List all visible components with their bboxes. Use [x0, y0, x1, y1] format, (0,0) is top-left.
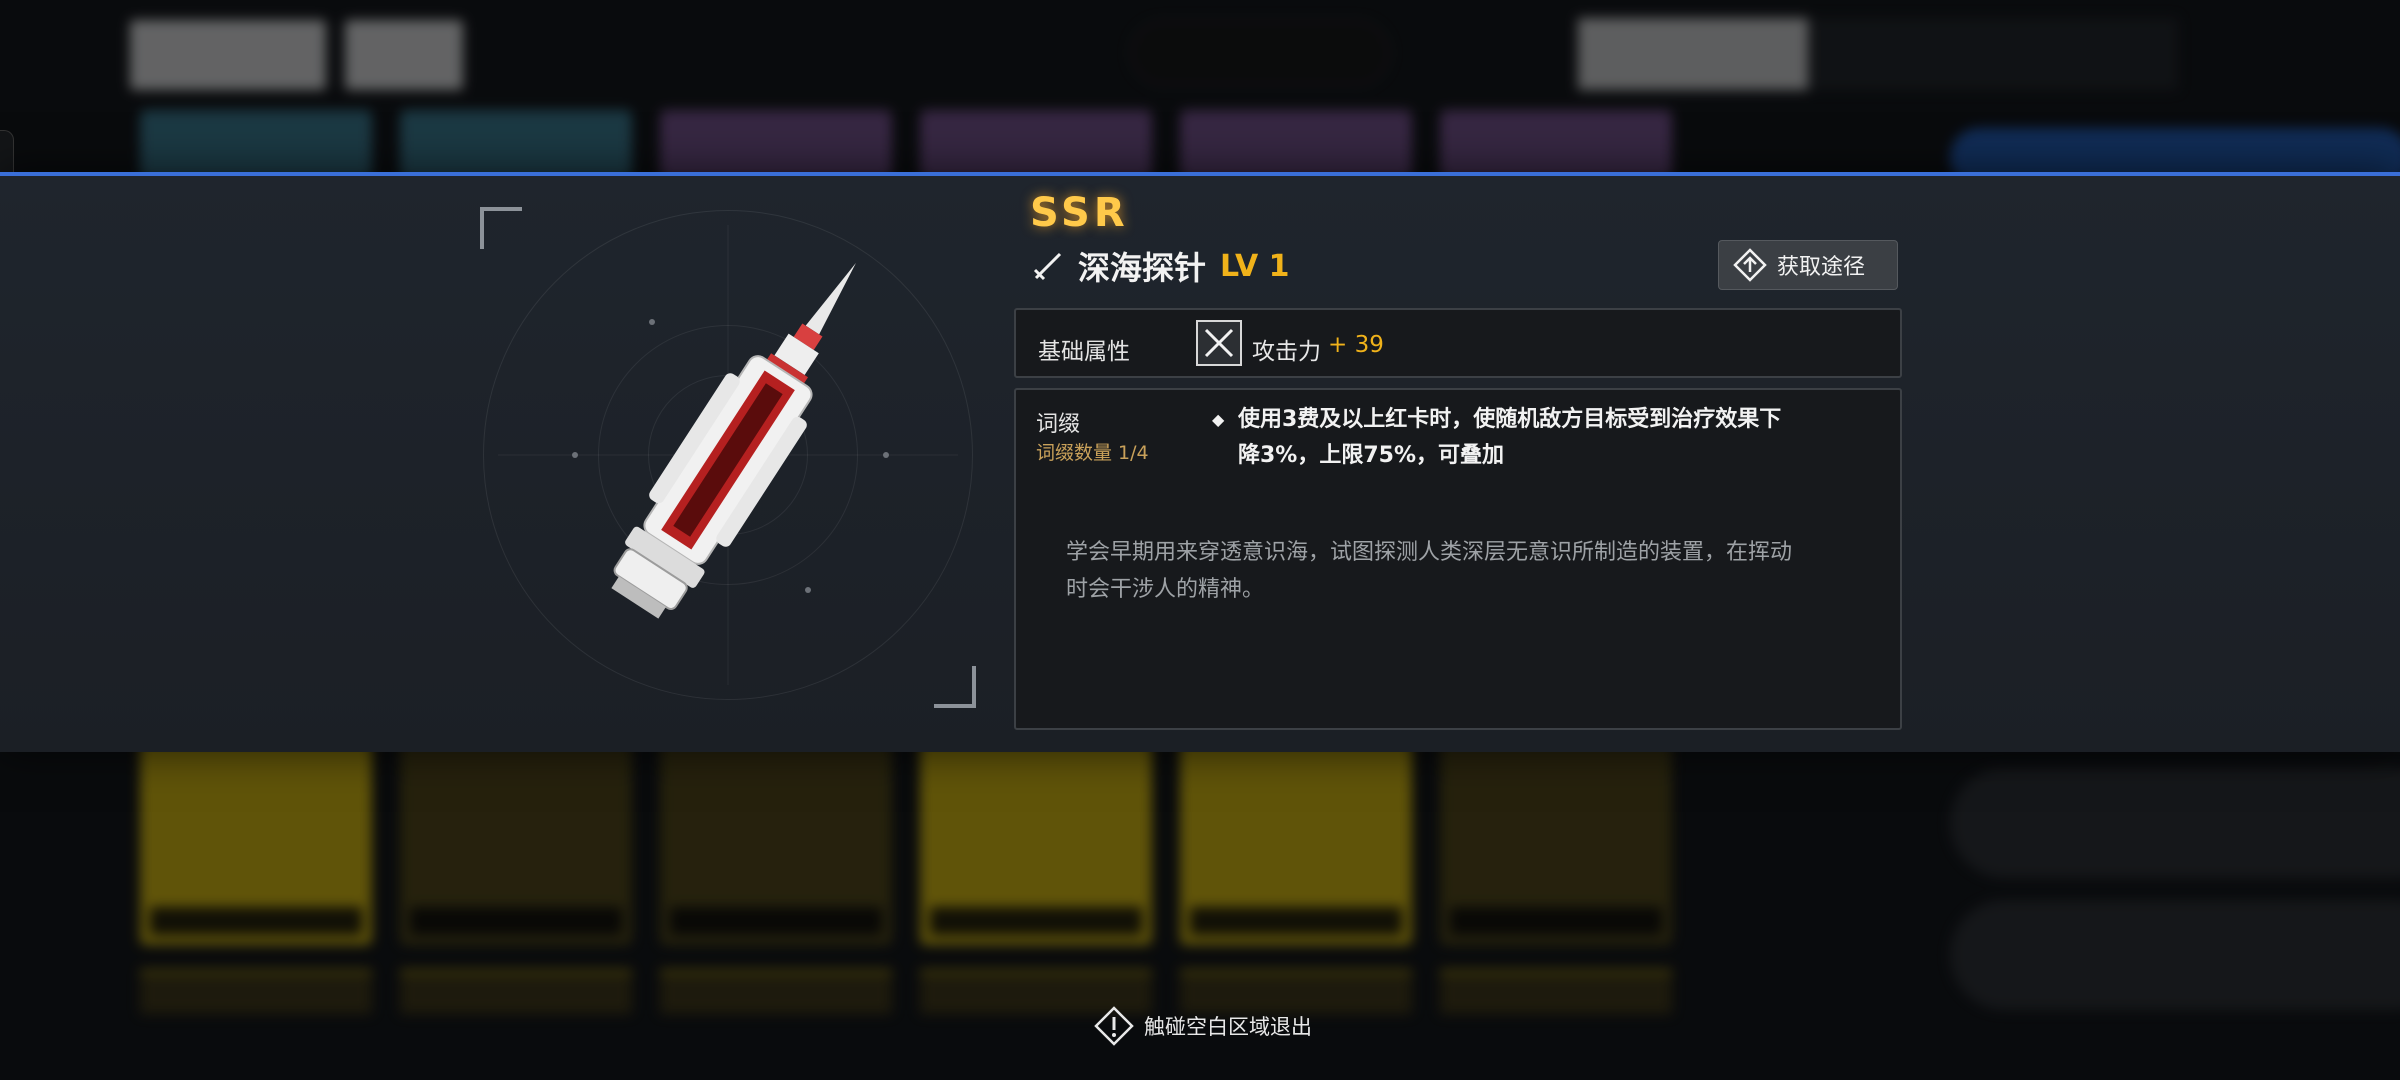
affix-box: 词缀 词缀数量 1/4 ◆ 使用3费及以上红卡时，使随机敌方目标受到治疗效果下降…	[1014, 388, 1902, 730]
base-attributes-label: 基础属性	[1038, 339, 1130, 365]
item-preview	[478, 205, 978, 710]
acquisition-source-label: 获取途径	[1777, 255, 1866, 280]
exit-hint-label: 触碰空白区域退出	[1144, 1015, 1312, 1039]
attack-label: 攻击力	[1252, 339, 1321, 365]
screen[interactable]: SSR 深海探针 LV 1 获取途径 基础属性 攻击力 + 39 词缀 词缀数量…	[0, 0, 2400, 1080]
base-attributes-box: 基础属性 攻击力 + 39	[1014, 308, 1902, 378]
affix-count: 词缀数量 1/4	[1036, 442, 1149, 464]
affix-label: 词缀	[1036, 412, 1081, 437]
item-title-row: 深海探针 LV 1	[1030, 244, 1290, 288]
deep-sea-probe-weapon-image	[498, 225, 958, 685]
affix-bullet-icon: ◆	[1212, 410, 1225, 429]
attack-icon	[1196, 320, 1242, 366]
item-level: LV 1	[1220, 248, 1290, 284]
diamond-arrow-icon	[1733, 248, 1767, 282]
item-name: 深海探针	[1078, 249, 1207, 287]
affix-effect-text: 使用3费及以上红卡时，使随机敌方目标受到治疗效果下降3%，上限75%，可叠加	[1238, 407, 1782, 468]
acquisition-source-button[interactable]: 获取途径	[1718, 240, 1898, 290]
rarity-badge: SSR	[1030, 190, 1129, 236]
item-lore-text: 学会早期用来穿透意识海，试图探测人类深层无意识所制造的装置，在挥动时会干涉人的精…	[1066, 540, 1793, 602]
exit-hint: 触碰空白区域退出	[1094, 1004, 1312, 1048]
alert-diamond-icon	[1094, 1006, 1134, 1046]
sword-icon	[1033, 252, 1062, 281]
attack-value: + 39	[1328, 332, 1384, 358]
